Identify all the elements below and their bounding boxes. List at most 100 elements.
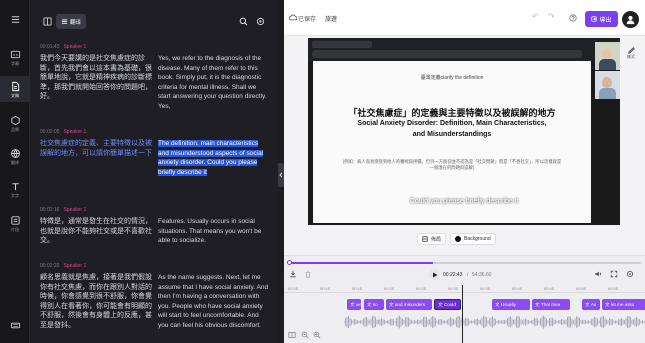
zoom-in-icon[interactable] — [313, 331, 321, 339]
playback-controls: 00:22:43 / 54:36.60 — [284, 267, 645, 283]
segment-speaker[interactable]: Speaker 1 — [63, 129, 86, 135]
style-tool-button[interactable]: 樣式 — [619, 40, 643, 64]
fullscreen-icon[interactable] — [610, 270, 618, 278]
side-by-side-icon[interactable] — [43, 17, 52, 26]
keyboard-icon[interactable] — [0, 312, 30, 338]
background-chip[interactable]: Background — [450, 233, 496, 245]
segment-time: 00:01:43 — [40, 44, 60, 50]
slide-title-en-2: and Misunderstandings — [412, 131, 492, 138]
progress-fill — [288, 262, 433, 264]
rail-item-translate[interactable]: 翻译 — [0, 143, 30, 169]
rail-item-text[interactable]: 文字 — [0, 176, 30, 202]
subtitle-overlay[interactable]: Could you please briefly describe it — [308, 198, 620, 205]
text-icon — [11, 182, 19, 190]
caption-clip[interactable]: 文 Could — [434, 299, 461, 310]
segment-original-text[interactable]: 社交焦慮症的定義、主要特徵以及被誤解的地方，可以請你簡單描述一下 — [40, 139, 152, 158]
transcript-panel: 翻译 00:01:43 Speaker 1 我們今天要講的是社交焦慮症的診斷，首先… — [30, 0, 278, 343]
rail-item-document[interactable]: 文稿 — [0, 76, 30, 102]
play-button[interactable] — [429, 269, 440, 280]
segment-translation-text-selected[interactable]: The definition, main characteristics and… — [158, 140, 264, 176]
transcript-segment[interactable]: 00:01:43 Speaker 1 我們今天要講的是社交焦慮症的診斷，首先我們會… — [40, 44, 272, 126]
app-root: 字幕 文稿 品牌 翻译 文字 片段 翻译 00:01:43 Speaker 1 … — [0, 0, 645, 343]
slide-heading-small: 臺灣定義clarify the definition — [420, 75, 484, 81]
participant-video-2 — [595, 71, 620, 99]
time-ruler[interactable]: 00:05 00:10 00:15 00:20 00:25 00:30 00:35 00:40… — [284, 285, 645, 293]
rail-item-brand[interactable]: 品牌 — [0, 110, 30, 136]
avatar[interactable] — [622, 11, 639, 28]
caption-clip[interactable]: 文 and misunders — [386, 299, 432, 310]
timeline-settings-icon[interactable] — [626, 270, 634, 278]
segment-translation-text[interactable]: As the name suggests. Next, let me assum… — [158, 273, 270, 330]
top-bar: 已保存 旅遊 ↶ ↷ 導出 — [284, 0, 645, 36]
search-icon[interactable] — [239, 17, 248, 26]
caption-clip[interactable]: 文 That mea — [532, 299, 570, 310]
export-label: 導出 — [599, 17, 612, 24]
rail-label: 片段 — [11, 226, 19, 232]
segment-time: 00:02:16 — [40, 207, 60, 213]
slide-note: (例如：病人容易感受到他人的審視與評價，但另一方面卻並不認為是「社交問題」而是「… — [342, 159, 562, 170]
segment-speaker[interactable]: Speaker 1 — [63, 263, 86, 269]
segment-translation-text[interactable]: Features. Usually occurs in social situa… — [158, 217, 270, 246]
style-icon — [627, 46, 635, 54]
layout-chip[interactable]: 佈局 — [417, 233, 447, 245]
menu-icon[interactable] — [0, 6, 30, 32]
volume-icon[interactable] — [594, 270, 602, 278]
segment-speaker[interactable]: Speaker 1 — [63, 44, 86, 50]
split-view-icon[interactable] — [288, 331, 296, 339]
help-icon[interactable] — [569, 14, 577, 22]
segment-original-text[interactable]: 我們今天要講的是社交焦慮症的診斷，首先我們會以這本書為基礎，很簡單地說，它就是精… — [40, 54, 152, 102]
user-icon — [626, 15, 635, 25]
rail-label: 字幕 — [11, 60, 19, 66]
total-time: 54:36.60 — [472, 272, 492, 278]
transcript-segment[interactable]: 00:02:29 Speaker 1 顧名思義就是焦慮，接著是我們假設你有社交焦慮… — [40, 263, 272, 343]
transcript-header: 翻译 — [30, 0, 278, 36]
caption-clip[interactable]: 文 so — [364, 299, 384, 310]
ruler-tick-label: 00:35 — [480, 286, 491, 291]
ruler-tick-label: 00:10 — [320, 286, 331, 291]
audio-waveform[interactable] — [344, 315, 645, 329]
cloud-saved-icon — [289, 14, 297, 21]
caption-clip[interactable]: 文 let me assu — [602, 299, 645, 310]
tab-translate-label: 翻译 — [69, 19, 81, 26]
segment-time: 00:02:29 — [40, 263, 60, 269]
captions-icon — [10, 50, 20, 58]
caption-clip[interactable]: 文 As — [582, 299, 600, 310]
project-name[interactable]: 旅遊 — [325, 14, 337, 23]
progress-knob[interactable] — [287, 260, 292, 265]
rail-item-clip[interactable]: 片段 — [0, 210, 30, 236]
caption-clip[interactable]: 文 Usually — [492, 299, 530, 310]
transcript-segment[interactable]: 00:02:16 Speaker 1 特徵是，通常是發生在社交的情況，也就是說你不… — [40, 207, 272, 262]
participant-video-1 — [595, 42, 620, 70]
segment-original-text[interactable]: 特徵是，通常是發生在社交的情況，也就是說你不能夠社交或是不喜歡社交。 — [40, 217, 152, 246]
segment-speaker[interactable]: Speaker 1 — [63, 207, 86, 213]
video-preview[interactable]: 臺灣定義clarify the definition 「社交焦慮症」的定義與主要… — [308, 38, 620, 225]
transcript-segment-active[interactable]: 00:02:05 Speaker 1 社交焦慮症的定義、主要特徵以及被誤解的地方，… — [40, 129, 272, 205]
time-separator: / — [467, 272, 469, 278]
download-icon[interactable] — [289, 270, 297, 278]
ruler-tick-label: 00:50 — [576, 286, 587, 291]
rail-item-captions[interactable]: 字幕 — [0, 44, 30, 70]
zoom-controls — [284, 328, 344, 342]
segment-original-text[interactable]: 顧名思義就是焦慮，接著是我們假設你有社交焦慮，而你在跟別人對話的時候，你會感覺到… — [40, 273, 152, 330]
export-button[interactable]: 導出 — [585, 11, 618, 27]
redo-icon[interactable]: ↷ — [548, 12, 555, 21]
ruler-tick-label: 00:40 — [512, 286, 523, 291]
tab-translate[interactable]: 翻译 — [56, 14, 86, 29]
brand-icon — [10, 115, 20, 125]
caption-clip[interactable]: 文 we — [347, 299, 361, 310]
progress-bar[interactable] — [288, 262, 641, 264]
settings-icon[interactable] — [256, 17, 265, 26]
video-frame: 臺灣定義clarify the definition 「社交焦慮症」的定義與主要… — [308, 38, 620, 225]
translate-icon — [10, 148, 20, 158]
clip-icon — [10, 215, 20, 225]
zoom-out-icon[interactable] — [301, 331, 309, 339]
list-icon — [61, 19, 68, 24]
trash-icon[interactable] — [304, 270, 312, 278]
undo-icon[interactable]: ↶ — [532, 12, 539, 21]
playhead[interactable] — [462, 285, 463, 343]
segment-translation-text[interactable]: Yes, we refer to the diagnosis of the di… — [158, 54, 270, 111]
ruler-tick-label: 00:05 — [288, 286, 299, 291]
play-icon — [433, 272, 438, 277]
background-label: Background — [464, 236, 491, 242]
editor-area: 已保存 旅遊 ↶ ↷ 導出 臺灣定義clarify the definition — [284, 0, 645, 343]
